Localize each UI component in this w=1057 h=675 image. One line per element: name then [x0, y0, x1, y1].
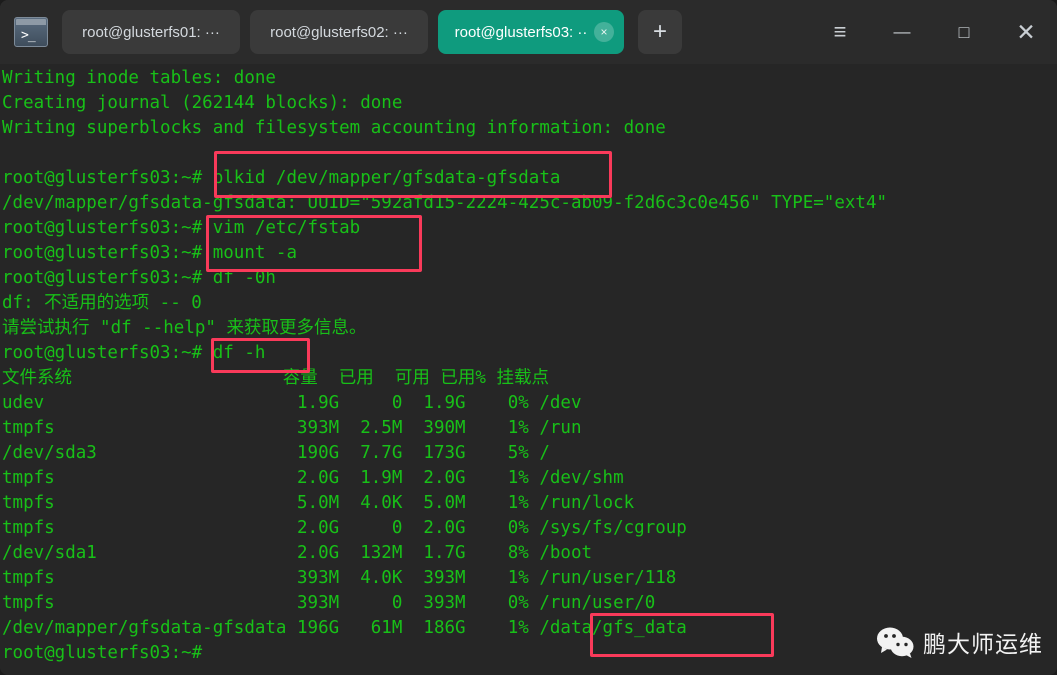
terminal-line: root@glusterfs03:~# df -0h [2, 268, 276, 288]
terminal-app-icon: >_ [14, 17, 48, 47]
watermark-text: 鹏大师运维 [923, 632, 1043, 658]
terminal-line: tmpfs 2.0G 0 2.0G 0% /sys/fs/cgroup [2, 518, 687, 538]
tab-glusterfs03[interactable]: root@glusterfs03: ·· × [438, 10, 624, 54]
terminal-body[interactable]: Writing inode tables: done Creating journ… [0, 64, 1057, 675]
maximize-icon[interactable]: □ [933, 0, 995, 64]
terminal-line: Writing superblocks and filesystem accou… [2, 118, 666, 138]
terminal-line: tmpfs 2.0G 1.9M 2.0G 1% /dev/shm [2, 468, 624, 488]
terminal-line: tmpfs 393M 0 393M 0% /run/user/0 [2, 593, 656, 613]
terminal-line: df: 不适用的选项 -- 0 [2, 293, 202, 313]
terminal-line: /dev/sda3 190G 7.7G 173G 5% / [2, 443, 550, 463]
wechat-icon [877, 627, 914, 658]
window-controls: ≡ — □ ✕ [809, 0, 1057, 64]
terminal-line: 请尝试执行 "df --help" 来获取更多信息。 [2, 318, 367, 338]
terminal-line: 文件系统 容量 已用 可用 已用% 挂载点 [2, 368, 549, 388]
tab-glusterfs02[interactable]: root@glusterfs02: ··· [250, 10, 428, 54]
terminal-line: /dev/sda1 2.0G 132M 1.7G 8% /boot [2, 543, 593, 563]
tab-close-icon[interactable]: × [594, 22, 614, 42]
app-icon-titlebar-strip [16, 19, 46, 25]
terminal-line: /dev/mapper/gfsdata-gfsdata: UUID="592af… [2, 193, 888, 213]
tab-glusterfs01[interactable]: root@glusterfs01: ··· [62, 10, 240, 54]
terminal-line: tmpfs 5.0M 4.0K 5.0M 1% /run/lock [2, 493, 635, 513]
hamburger-menu-icon[interactable]: ≡ [809, 0, 871, 64]
tab-label: root@glusterfs03: ·· [454, 23, 588, 41]
terminal-line: root@glusterfs03:~# df -h [2, 343, 266, 363]
terminal-line: udev 1.9G 0 1.9G 0% /dev [2, 393, 582, 413]
terminal-line: root@glusterfs03:~# blkid /dev/mapper/gf… [2, 168, 561, 188]
terminal-line: Writing inode tables: done [2, 68, 276, 88]
title-bar: >_ root@glusterfs01: ··· root@glusterfs0… [0, 0, 1057, 64]
watermark: 鹏大师运维 [876, 625, 1043, 659]
tab-label: root@glusterfs01: ··· [82, 23, 220, 41]
app-icon-prompt-glyph: >_ [21, 28, 36, 43]
tab-label: root@glusterfs02: ··· [270, 23, 408, 41]
terminal-line: Creating journal (262144 blocks): done [2, 93, 403, 113]
close-window-icon[interactable]: ✕ [995, 0, 1057, 64]
terminal-window: >_ root@glusterfs01: ··· root@glusterfs0… [0, 0, 1057, 675]
terminal-line: tmpfs 393M 4.0K 393M 1% /run/user/118 [2, 568, 677, 588]
terminal-line: root@glusterfs03:~# vim /etc/fstab [2, 218, 361, 238]
minimize-icon[interactable]: — [871, 0, 933, 64]
terminal-line: root@glusterfs03:~# mount -a [2, 243, 298, 263]
terminal-output: Writing inode tables: done Creating journ… [0, 64, 1057, 666]
terminal-line: tmpfs 393M 2.5M 390M 1% /run [2, 418, 582, 438]
new-tab-button[interactable]: + [638, 10, 682, 54]
